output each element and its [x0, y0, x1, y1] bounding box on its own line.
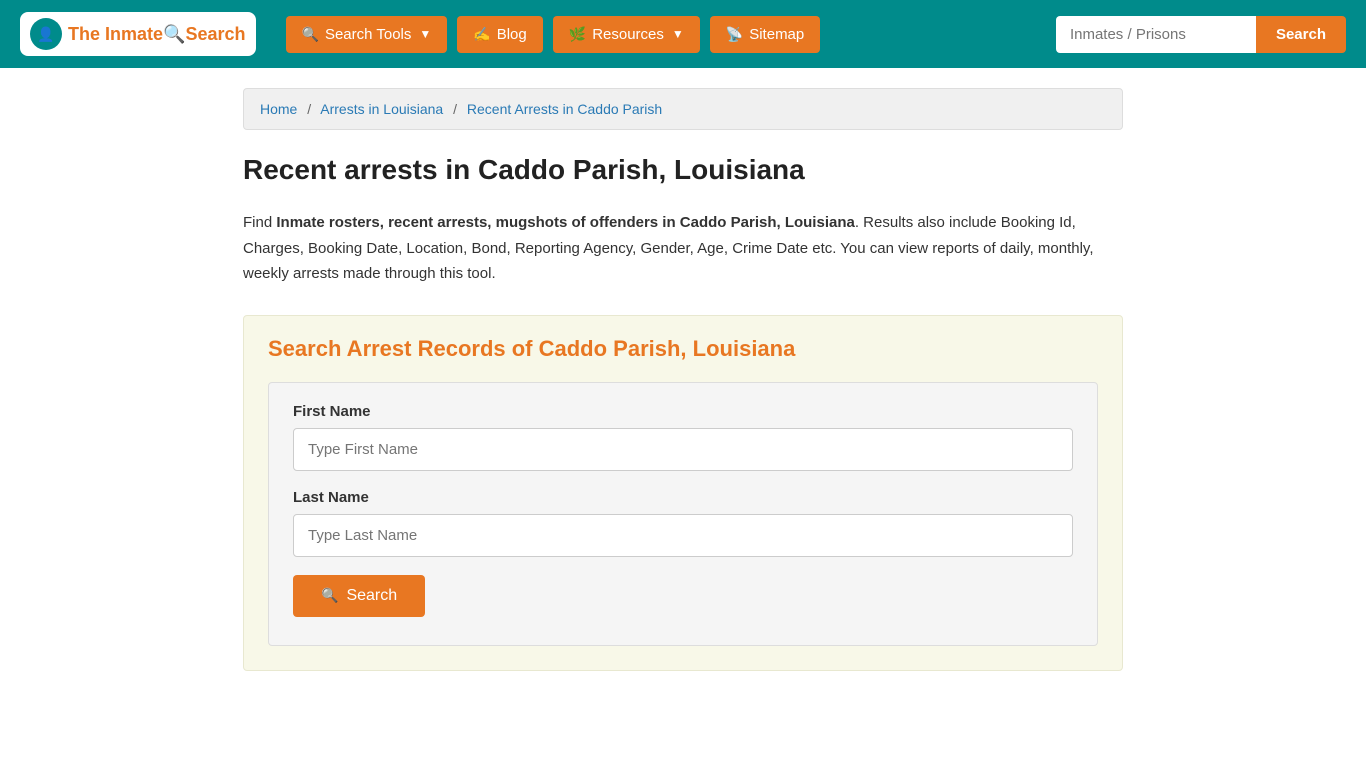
first-name-group: First Name [293, 403, 1073, 471]
logo-inmate: Inmate [105, 24, 163, 44]
resources-icon [569, 26, 586, 43]
logo-area: 👤 The Inmate🔍Search [20, 12, 256, 56]
header-search-input[interactable] [1056, 16, 1256, 53]
search-section-title: Search Arrest Records of Caddo Parish, L… [268, 336, 1098, 362]
breadcrumb-separator-2: / [453, 101, 457, 117]
breadcrumb-separator-1: / [307, 101, 311, 117]
logo-the: The [68, 24, 105, 44]
header-search-area: Search [1056, 16, 1346, 53]
chevron-down-icon-2: ▼ [672, 27, 684, 41]
first-name-label: First Name [293, 403, 1073, 420]
search-section: Search Arrest Records of Caddo Parish, L… [243, 315, 1123, 671]
description-prefix: Find [243, 214, 276, 231]
search-tools-button[interactable]: Search Tools ▼ [286, 16, 448, 53]
breadcrumb-home[interactable]: Home [260, 101, 297, 117]
blog-label: Blog [497, 26, 527, 43]
logo-box: 👤 The Inmate🔍Search [20, 12, 256, 56]
description-bold: Inmate rosters, recent arrests, mugshots… [276, 214, 854, 231]
blog-icon [473, 26, 490, 43]
page-description: Find Inmate rosters, recent arrests, mug… [243, 210, 1123, 287]
last-name-group: Last Name [293, 489, 1073, 557]
header-search-label: Search [1276, 26, 1326, 43]
sitemap-icon [726, 26, 743, 43]
logo-search-text: 🔍Search [163, 24, 245, 44]
search-form-icon [321, 587, 338, 605]
logo-icon: 👤 [30, 18, 62, 50]
last-name-label: Last Name [293, 489, 1073, 506]
search-tools-icon [302, 26, 319, 43]
first-name-input[interactable] [293, 428, 1073, 471]
resources-label: Resources [592, 26, 664, 43]
logo-text: The Inmate🔍Search [68, 24, 246, 45]
search-form-label: Search [346, 587, 397, 605]
breadcrumb-current: Recent Arrests in Caddo Parish [467, 101, 662, 117]
sitemap-label: Sitemap [749, 26, 804, 43]
search-tools-label: Search Tools [325, 26, 411, 43]
resources-button[interactable]: Resources ▼ [553, 16, 700, 53]
header-search-button[interactable]: Search [1256, 16, 1346, 53]
search-form-button[interactable]: Search [293, 575, 425, 617]
sitemap-button[interactable]: Sitemap [710, 16, 820, 53]
navbar: 👤 The Inmate🔍Search Search Tools ▼ Blog … [0, 0, 1366, 68]
main-content: Home / Arrests in Louisiana / Recent Arr… [223, 68, 1143, 711]
chevron-down-icon: ▼ [419, 27, 431, 41]
page-title: Recent arrests in Caddo Parish, Louisian… [243, 154, 1123, 186]
search-form-card: First Name Last Name Search [268, 382, 1098, 646]
breadcrumb: Home / Arrests in Louisiana / Recent Arr… [243, 88, 1123, 130]
last-name-input[interactable] [293, 514, 1073, 557]
blog-button[interactable]: Blog [457, 16, 542, 53]
breadcrumb-arrests-louisiana[interactable]: Arrests in Louisiana [320, 101, 443, 117]
